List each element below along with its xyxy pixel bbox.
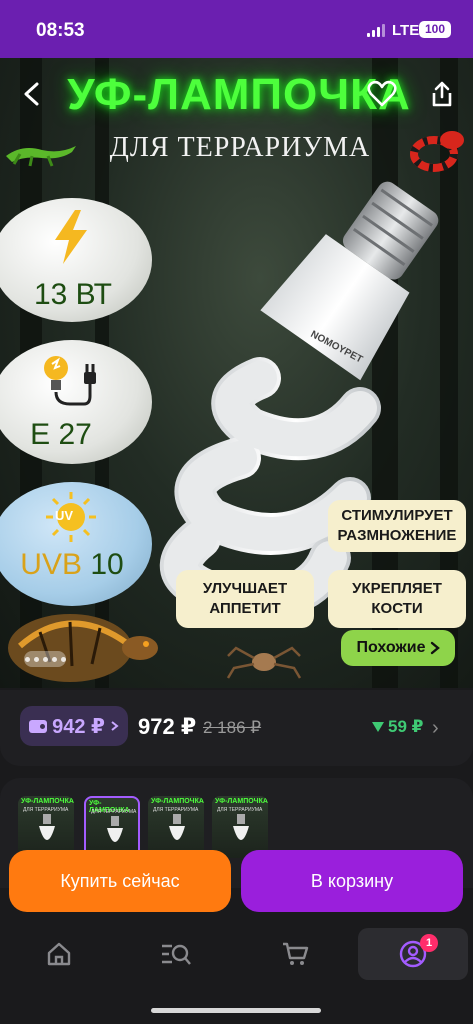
price-drop-value: 59 ₽ [388,717,424,736]
spec-wattage-label: 13 ВТ [33,278,113,311]
chevron-right-icon [430,641,440,655]
favorite-button[interactable] [364,76,400,112]
status-bar: 08:53 LTE 100 [0,0,473,58]
thumbnail-subtitle: ДЛЯ ТЕРРАРИУМА [217,807,263,813]
cart-icon [283,942,309,965]
price-section[interactable]: 942 ₽ 972 ₽ 2 186 ₽ 59 ₽ › [0,690,473,766]
benefit-bones: УКРЕПЛЯЕТ КОСТИ [328,570,466,628]
plug-bulb-icon [44,356,96,406]
similar-products-button[interactable]: Похожие [341,630,455,666]
arrow-down-icon [372,722,384,732]
spec-socket-label: E 27 [30,418,92,451]
heart-icon [367,80,397,107]
nav-cart[interactable] [240,928,350,980]
wallet-price: 942 ₽ [52,715,105,738]
spider-decoration [226,646,302,679]
add-to-cart-button[interactable]: В корзину [241,850,463,912]
home-icon [47,942,71,966]
wallet-icon [29,719,48,733]
home-indicator [151,1008,321,1013]
buy-now-button[interactable]: Купить сейчас [9,850,231,912]
price-drop-badge[interactable]: 59 ₽ [372,717,423,737]
share-icon [432,81,452,107]
nav-home[interactable] [4,928,114,980]
battery-icon: 100 [419,21,451,38]
thumbnail-title: УФ-ЛАМПОЧКА [21,798,74,805]
bottom-navigation: 1 [0,918,473,1024]
thumbnail-bulb-image [169,814,185,840]
uv-icon-text: UV [55,508,74,523]
spec-uvb-prefix: UVB [20,548,82,581]
turtle-decoration [8,614,158,682]
spec-uvb-value: 10 [90,548,124,581]
thumbnail-subtitle: ДЛЯ ТЕРРАРИУМА [153,807,199,813]
chevron-right-icon [111,721,119,731]
thumbnail-item[interactable]: УФ-ЛАМПОЧКА ДЛЯ ТЕРРАРИУМА [18,796,74,858]
price-details-chevron[interactable]: › [432,717,439,740]
current-price: 972 ₽ [138,714,197,739]
benefit-reproduction: СТИМУЛИРУЕТ РАЗМНОЖЕНИЕ [328,500,466,552]
share-button[interactable] [424,76,460,112]
thumbnail-item[interactable]: УФ-ЛАМПОЧКА ДЛЯ ТЕРРАРИУМА [148,796,204,858]
thumbnail-subtitle: ДЛЯ ТЕРРАРИУМА [91,809,137,815]
catalog-search-icon [162,944,191,965]
network-type: LTE [392,22,420,39]
thumbnail-bulb-image [233,814,249,840]
signal-icon [367,24,387,37]
nav-profile[interactable]: 1 [358,928,468,980]
spec-uvb-label: UVB 10 [2,548,142,582]
status-time: 08:53 [36,20,85,41]
thumbnail-subtitle: ДЛЯ ТЕРРАРИУМА [23,807,69,813]
image-pagination [24,651,66,667]
chevron-left-icon [24,82,39,106]
thumbnail-bulb-image [39,814,55,840]
old-price: 2 186 ₽ [203,718,262,737]
notification-badge: 1 [420,934,438,952]
lizard-decoration [6,146,76,167]
product-image-gallery[interactable]: УФ-ЛАМПОЧКА ДЛЯ ТЕРРАРИУМА 13 ВТ E 27 UV… [0,58,473,688]
nav-catalog[interactable] [121,928,231,980]
thumbnail-title: УФ-ЛАМПОЧКА [151,798,204,805]
thumbnail-title: УФ-ЛАМПОЧКА [215,798,268,805]
thumbnail-item[interactable]: УФ-ЛАМПОЧКА ДЛЯ ТЕРРАРИУМА [212,796,268,858]
lightning-icon [55,210,87,264]
benefit-appetite: УЛУЧШАЕТ АППЕТИТ [176,570,314,628]
thumbnail-item-selected[interactable]: УФ-ЛАМПОЧКА ДЛЯ ТЕРРАРИУМА [84,796,140,858]
similar-products-label: Похожие [356,639,426,656]
back-button[interactable] [14,76,50,112]
wallet-price-pill[interactable]: 942 ₽ [20,706,128,746]
